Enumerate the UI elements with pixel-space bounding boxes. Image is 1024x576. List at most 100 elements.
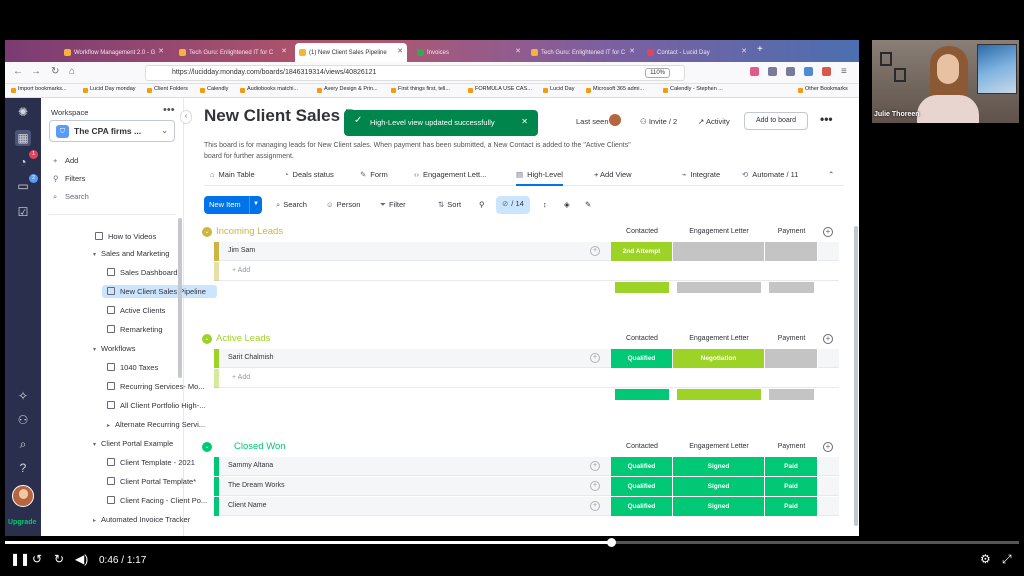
volume-icon[interactable]: ◀) (75, 552, 88, 566)
browser-tab[interactable]: Tech Guru: Enlightened IT for C ✕ (527, 43, 639, 62)
table-row[interactable]: Jim Sam +2nd Attempt (214, 242, 839, 261)
browser-tab[interactable]: Workflow Management 2.0 - G ✕ (60, 43, 168, 62)
automate-button[interactable]: ⟲ Automate / 11 (742, 170, 798, 179)
add-item-row[interactable]: + Add (214, 262, 839, 281)
browser-tab[interactable]: Invoices ✕ (413, 43, 525, 62)
bookmark[interactable]: Microsoft 365 admi... (586, 86, 644, 93)
close-icon[interactable]: ✕ (158, 47, 164, 55)
chevron-down-icon[interactable]: ⌄ (202, 442, 212, 452)
add-update-icon[interactable]: + (590, 461, 600, 471)
chevron-down-icon[interactable]: ⌄ (202, 227, 212, 237)
more-options-icon[interactable]: ••• (163, 104, 175, 116)
bookmark[interactable]: Client Folders (147, 86, 188, 93)
browser-tab-active[interactable]: (1) New Client Sales Pipeline ✕ (295, 43, 407, 62)
close-icon[interactable]: ✕ (281, 47, 287, 55)
forward-10-icon[interactable]: ↻ (54, 552, 64, 566)
item-name[interactable]: Jim Sam (228, 247, 255, 254)
sidebar-scrollbar[interactable] (178, 218, 182, 378)
status-cell[interactable]: Qualified (611, 457, 673, 476)
settings-icon[interactable]: ⚙ (980, 552, 991, 566)
main-scrollbar[interactable] (854, 226, 858, 526)
add-column-icon[interactable]: + (823, 334, 833, 344)
chevron-right-icon[interactable]: ▸ (107, 422, 115, 429)
status-cell[interactable]: Paid (765, 477, 818, 496)
filter-button[interactable]: ⏷ Filter (380, 200, 406, 210)
status-cell[interactable] (765, 242, 818, 261)
sidebar-item[interactable]: ▾ Workflows (93, 344, 135, 353)
bookmark[interactable]: Calendly (200, 86, 228, 93)
sidebar-item[interactable]: ▾ Sales and Marketing (93, 249, 169, 258)
table-row[interactable]: Sarit Chalmish + Qualified Negotiation (214, 349, 839, 368)
add-update-icon[interactable]: + (590, 246, 600, 256)
scrubber-handle[interactable] (607, 538, 616, 547)
status-cell[interactable]: Signed (673, 497, 765, 516)
column-header[interactable]: Contacted (611, 335, 673, 342)
status-cell[interactable]: 2nd Attempt (611, 242, 673, 261)
extension-icon[interactable] (804, 67, 813, 76)
bulb-logo-icon[interactable]: ✺ (15, 104, 31, 120)
upgrade-link[interactable]: Upgrade (8, 519, 36, 526)
bookmark[interactable]: Lucid Day (543, 86, 574, 93)
fullscreen-icon[interactable]: ⤢ (1002, 552, 1012, 567)
sidebar-search[interactable]: ⌕ Search (53, 192, 89, 202)
workspace-selector[interactable]: ⛉ The CPA firms ... ⌄ (49, 120, 175, 142)
zoom-level[interactable]: 110% (645, 68, 670, 78)
item-name[interactable]: Client Name (228, 502, 267, 509)
search-button[interactable]: ⌕ Search (276, 200, 307, 210)
sort-button[interactable]: ⇅ Sort (438, 200, 461, 209)
person-filter-button[interactable]: ☺ Person (326, 200, 360, 209)
bookmark[interactable]: Calendly - Stephen ... (663, 86, 723, 93)
rewind-10-icon[interactable]: ↺ (32, 552, 42, 566)
add-to-board-button[interactable]: Add to board (744, 112, 808, 130)
close-icon[interactable]: ✕ (629, 47, 635, 55)
extension-icon[interactable] (822, 67, 831, 76)
status-cell[interactable]: Paid (765, 497, 818, 516)
column-header[interactable]: Contacted (611, 228, 673, 235)
add-item-row[interactable]: + Add (214, 369, 839, 388)
add-update-icon[interactable]: + (590, 481, 600, 491)
chevron-down-icon[interactable]: ▾ (93, 251, 101, 258)
search-icon[interactable]: ⌕ (15, 436, 31, 452)
sidebar-item[interactable]: ▸ Automated Invoice Tracker (93, 515, 190, 524)
status-cell[interactable]: Qualified (611, 497, 673, 516)
library-icon[interactable] (768, 67, 777, 76)
group-title[interactable]: Active Leads (216, 333, 270, 344)
chevron-down-icon[interactable]: ⌄ (202, 334, 212, 344)
sidebar-item[interactable]: Sales Dashboard (107, 268, 178, 277)
column-header[interactable]: Contacted (611, 443, 673, 450)
bookmark[interactable]: FORMULA USE CAS... (468, 86, 532, 93)
bookmark[interactable]: Other Bookmarks (798, 86, 848, 93)
column-header[interactable]: Payment (765, 335, 818, 342)
tab-high-level[interactable]: ▤ High-Level (516, 170, 563, 186)
new-tab-button[interactable]: + (757, 44, 763, 55)
bookmark[interactable]: Import bookmarks... (11, 86, 67, 93)
address-bar[interactable]: https://lucidday.monday.com/boards/18463… (145, 65, 685, 81)
video-progress-bar[interactable] (5, 541, 1019, 544)
table-row[interactable]: Client Name + Qualified Signed Paid (214, 497, 839, 516)
forward-icon[interactable]: → (31, 66, 41, 77)
add-button[interactable]: + Add (53, 156, 78, 165)
avatar[interactable] (12, 485, 34, 507)
my-work-icon[interactable]: ☑ (15, 204, 31, 220)
item-name[interactable]: Sammy Altana (228, 462, 273, 469)
sidebar-item[interactable]: 1040 Taxes (107, 363, 158, 372)
add-column-icon[interactable]: + (823, 227, 833, 237)
group-title[interactable]: Incoming Leads (216, 226, 283, 237)
item-name[interactable]: The Dream Works (228, 482, 285, 489)
sidebar-item[interactable]: Client Portal Template* (107, 477, 196, 486)
close-icon[interactable]: ✕ (397, 47, 403, 55)
column-header[interactable]: Engagement Letter (673, 335, 765, 342)
status-cell[interactable]: Paid (765, 457, 818, 476)
invite-button[interactable]: ⚇ Invite / 2 (640, 117, 677, 126)
tab-main-table[interactable]: ⌂ Main Table (210, 170, 255, 179)
status-cell[interactable]: Negotiation (673, 349, 765, 368)
add-view-button[interactable]: + Add View (594, 170, 632, 179)
sidebar-item[interactable]: Active Clients (107, 306, 165, 315)
column-header[interactable]: Payment (765, 228, 818, 235)
integrate-button[interactable]: ⌁ Integrate (682, 170, 720, 179)
avatar[interactable] (609, 114, 621, 126)
bookmark[interactable]: Avery Design & Prin... (317, 86, 378, 93)
table-row[interactable]: Sammy Altana + Qualified Signed Paid (214, 457, 839, 476)
invite-user-icon[interactable]: ⚇ (15, 412, 31, 428)
pause-icon[interactable]: ❚❚ (10, 552, 30, 566)
